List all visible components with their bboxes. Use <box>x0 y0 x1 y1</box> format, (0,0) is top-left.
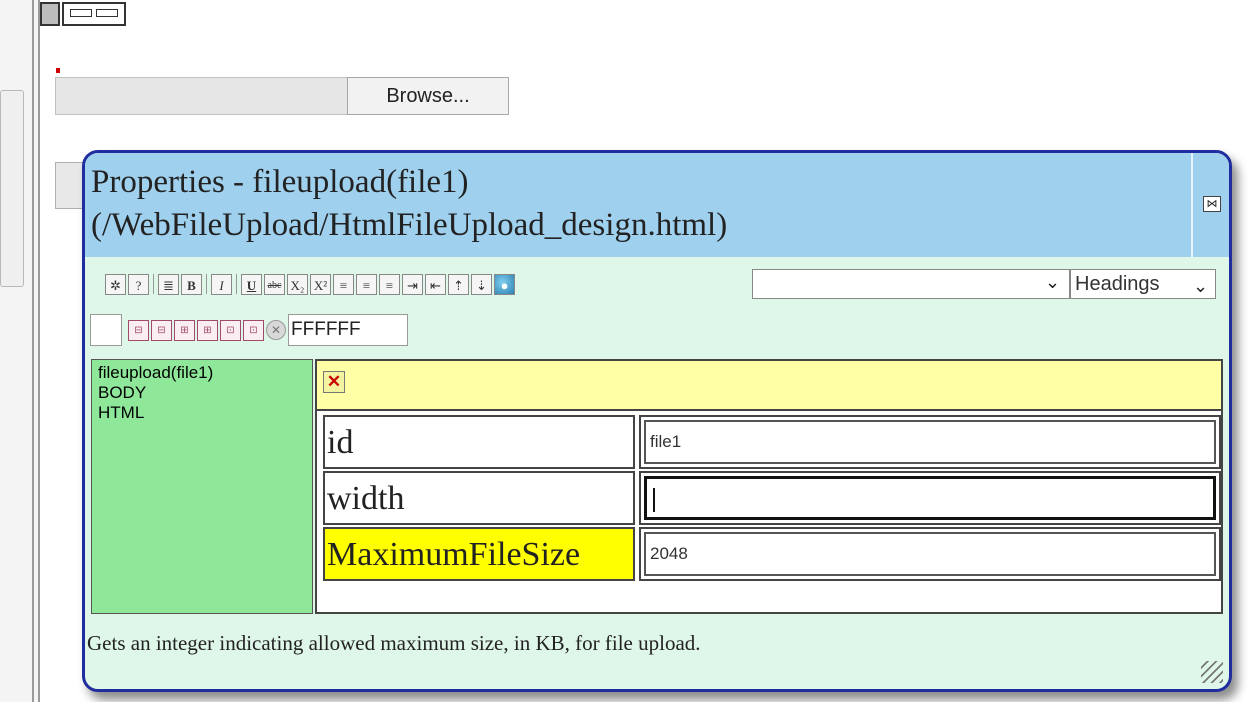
indent-icon[interactable]: ⇥ <box>402 273 423 295</box>
edit-properties-icon[interactable]: ≣ <box>158 273 179 295</box>
property-grid: ✕ id file1 width MaximumFileSize 2048 <box>315 359 1223 614</box>
property-value-cell: file1 <box>639 415 1221 469</box>
property-grid-header: ✕ <box>317 361 1221 411</box>
gutter-divider <box>38 0 40 702</box>
file-upload-textbox[interactable] <box>55 77 349 115</box>
split-cells-icon[interactable]: ⊡ <box>243 319 264 341</box>
heading-select[interactable]: Headings ⌄ <box>1070 269 1216 299</box>
dialog-title-line2: (/WebFileUpload/HtmlFileUpload_design.ht… <box>91 207 728 243</box>
editor-gutter <box>0 0 40 702</box>
outdent-icon[interactable]: ⇤ <box>425 273 446 295</box>
ordered-list-icon[interactable]: ⇡ <box>448 273 469 295</box>
align-center-icon[interactable]: ≡ <box>356 273 377 295</box>
property-value-cell <box>639 471 1221 525</box>
help-icon[interactable]: ? <box>128 273 149 295</box>
heading-select-value: Headings <box>1075 273 1160 295</box>
remove-color-icon[interactable]: ✕ <box>266 320 286 340</box>
align-right-icon[interactable]: ≡ <box>379 273 400 295</box>
strikethrough-icon[interactable]: abc <box>264 273 285 295</box>
toolbox-icon[interactable] <box>40 2 60 26</box>
font-select[interactable]: ⌄ <box>752 269 1070 299</box>
dialog-titlebar[interactable]: Properties - fileupload(file1) (/WebFile… <box>85 153 1229 257</box>
close-icon[interactable]: ⋈ <box>1203 196 1221 212</box>
text-caret <box>653 487 655 512</box>
property-value-input[interactable]: 2048 <box>644 532 1216 576</box>
unordered-list-icon[interactable]: ⇣ <box>471 273 492 295</box>
properties-dialog: Properties - fileupload(file1) (/WebFile… <box>82 150 1232 692</box>
insert-column-right-icon[interactable]: ⊞ <box>197 319 218 341</box>
toolbar-separator <box>236 274 237 294</box>
align-left-icon[interactable]: ≡ <box>333 273 354 295</box>
underline-icon[interactable]: U <box>241 273 262 295</box>
property-value-input[interactable] <box>644 476 1216 520</box>
property-value-cell: 2048 <box>639 527 1221 581</box>
chevron-down-icon: ⌄ <box>1193 276 1209 296</box>
gutter-strip <box>0 90 24 287</box>
property-value-input[interactable]: file1 <box>644 420 1216 464</box>
toolbar-separator <box>206 274 207 294</box>
layout-icon[interactable] <box>62 2 126 26</box>
color-swatch[interactable] <box>90 314 122 346</box>
insert-row-below-icon[interactable]: ⊟ <box>151 319 172 341</box>
subscript-icon[interactable]: X₂ <box>287 273 308 295</box>
style-icon[interactable]: ✲ <box>105 273 126 295</box>
property-name-selected: MaximumFileSize <box>323 527 635 581</box>
merge-cells-icon[interactable]: ⊡ <box>220 319 241 341</box>
property-name: id <box>323 415 635 469</box>
property-description: Gets an integer indicating allowed maxim… <box>87 631 701 655</box>
color-input[interactable]: FFFFFF <box>288 314 408 346</box>
insert-row-above-icon[interactable]: ⊟ <box>128 319 149 341</box>
bold-icon[interactable]: B <box>181 273 202 295</box>
dialog-title-line1: Properties - fileupload(file1) <box>91 164 469 200</box>
insert-column-left-icon[interactable]: ⊞ <box>174 319 195 341</box>
titlebar-separator <box>1191 153 1193 257</box>
selection-marker <box>56 68 60 73</box>
resize-grip-icon[interactable] <box>1201 661 1223 683</box>
element-tree: fileupload(file1) BODY HTML <box>91 359 313 614</box>
tree-item[interactable]: HTML <box>98 403 306 423</box>
table-toolbar: ⊟ ⊟ ⊞ ⊞ ⊡ ⊡ ✕ FFFFFF <box>90 313 408 347</box>
chevron-down-icon: ⌄ <box>1045 272 1061 292</box>
gutter-divider <box>32 0 34 702</box>
property-name: width <box>323 471 635 525</box>
browse-button[interactable]: Browse... <box>347 77 509 115</box>
delete-icon[interactable]: ✕ <box>323 371 345 393</box>
superscript-icon[interactable]: X² <box>310 273 331 295</box>
italic-icon[interactable]: I <box>211 273 232 295</box>
toolbar-separator <box>153 274 154 294</box>
dialog-title: Properties - fileupload(file1) (/WebFile… <box>91 161 1181 247</box>
tree-item[interactable]: BODY <box>98 383 306 403</box>
format-toolbar: ✲ ? ≣ B I U abc X₂ X² ≡ ≡ ≡ ⇥ ⇤ ⇡ ⇣ ● <box>105 271 515 297</box>
hyperlink-icon[interactable]: ● <box>494 273 515 295</box>
tree-item[interactable]: fileupload(file1) <box>98 363 306 383</box>
